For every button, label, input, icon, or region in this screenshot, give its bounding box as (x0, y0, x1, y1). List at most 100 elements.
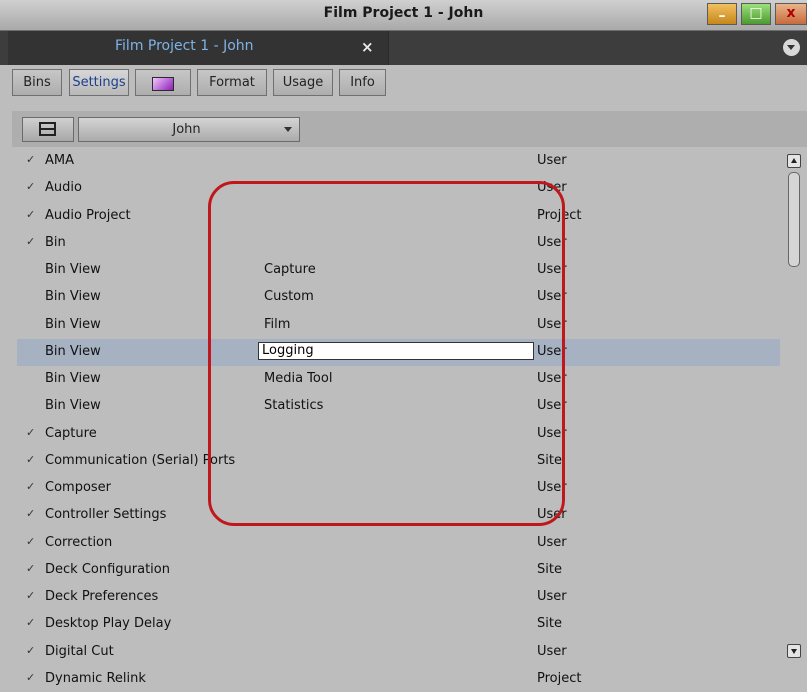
setting-name: AMA (45, 153, 75, 168)
setting-name: Desktop Play Delay (45, 616, 172, 632)
user-dropdown-value: John (172, 122, 201, 137)
tab-strip: Film Project 1 - John × (0, 31, 807, 65)
setting-kind: User (537, 643, 567, 659)
setting-kind: Site (537, 616, 562, 632)
setting-name: Digital Cut (45, 643, 114, 659)
setting-kind: User (537, 371, 567, 386)
settings-row[interactable]: ✓ Capture User (17, 421, 780, 448)
setting-name: Bin View (45, 289, 101, 305)
chevron-down-icon (284, 127, 292, 132)
setting-name: Audio Project (45, 207, 131, 223)
window-title: Film Project 1 - John (323, 5, 484, 21)
settings-row[interactable]: ✓ Desktop Play Delay Site (17, 611, 780, 638)
settings-row[interactable]: ✓ Controller Settings User (17, 502, 780, 529)
minimize-button[interactable]: – (707, 3, 737, 25)
setting-subname: Film (264, 316, 291, 332)
scroll-up-button[interactable] (787, 154, 801, 168)
setting-name: Deck Configuration (45, 561, 170, 577)
settings-row[interactable]: ✓ Dynamic Relink Project (17, 666, 780, 692)
settings-row[interactable]: ✓ Audio User (17, 175, 780, 202)
tab-close-icon[interactable]: × (361, 38, 374, 56)
scroll-thumb[interactable] (788, 172, 800, 267)
setting-kind: Project (537, 207, 582, 223)
vertical-scrollbar[interactable] (785, 148, 803, 692)
checkmark-icon[interactable]: ✓ (26, 208, 35, 221)
tab-settings-label: Settings (72, 75, 126, 90)
setting-name: Bin View (45, 343, 101, 359)
checkmark-icon[interactable]: ✓ (26, 589, 35, 602)
setting-subname: Custom (264, 289, 314, 305)
checkmark-icon[interactable]: ✓ (26, 453, 35, 466)
tab-info[interactable]: Info (339, 69, 386, 96)
fast-menu-button[interactable] (783, 39, 800, 56)
setting-kind: User (537, 153, 567, 168)
checkmark-icon[interactable]: ✓ (26, 671, 35, 684)
close-icon: x (786, 5, 796, 21)
setting-name: Bin (45, 234, 66, 250)
setting-kind: User (537, 262, 567, 277)
checkmark-icon[interactable]: ✓ (26, 153, 35, 166)
checkmark-icon[interactable]: ✓ (26, 644, 35, 657)
view-toggle-button[interactable] (22, 117, 74, 142)
setting-kind: Site (537, 561, 562, 577)
tab-color[interactable] (135, 69, 191, 96)
checkmark-icon[interactable]: ✓ (26, 180, 35, 193)
setting-kind: User (537, 180, 567, 196)
setting-kind: Site (537, 452, 562, 468)
close-window-button[interactable]: x (775, 3, 807, 25)
setting-kind: User (537, 234, 567, 250)
settings-row[interactable]: ✓ Deck Configuration Site (17, 557, 780, 584)
tab-film-project[interactable]: Film Project 1 - John × (8, 31, 389, 65)
settings-row[interactable]: ✓ Correction User (17, 530, 780, 557)
settings-row[interactable]: Bin View Custom User (17, 284, 780, 311)
setting-kind: Project (537, 670, 582, 686)
setting-name: Dynamic Relink (45, 670, 146, 686)
project-window: Film Project 1 - John – □ x Film Project… (0, 0, 807, 692)
settings-panel: Bins Settings Format Usage Info John ✓ AM… (0, 65, 807, 692)
setting-kind: User (537, 534, 567, 550)
setting-kind: User (537, 507, 567, 523)
scroll-down-button[interactable] (787, 644, 801, 658)
setting-name: Bin View (45, 316, 101, 332)
maximize-button[interactable]: □ (741, 3, 771, 25)
setting-kind: User (537, 289, 567, 305)
settings-row[interactable]: ✓ Bin User (17, 230, 780, 257)
settings-row[interactable]: ✓ AMA User (17, 148, 780, 175)
maximize-icon: □ (749, 5, 763, 21)
settings-list: ✓ AMA User ✓ Audio User ✓ Audio Project Project ✓… (17, 148, 780, 692)
tab-usage[interactable]: Usage (273, 69, 333, 96)
checkmark-icon[interactable]: ✓ (26, 616, 35, 629)
settings-row[interactable]: Bin View Capture User (17, 257, 780, 284)
settings-row[interactable]: Bin View Film User (17, 312, 780, 339)
settings-row[interactable]: ✓ Deck Preferences User (17, 584, 780, 611)
checkmark-icon[interactable]: ✓ (26, 480, 35, 493)
settings-toolbar: John (12, 111, 807, 147)
setting-name: Capture (45, 425, 97, 441)
tab-settings[interactable]: Settings (69, 69, 129, 96)
setting-name: Bin View (45, 371, 101, 386)
minimize-icon: – (718, 8, 726, 24)
settings-row[interactable]: Bin View Statistics User (17, 393, 780, 420)
setting-kind: User (537, 589, 567, 604)
setting-kind: User (537, 480, 567, 495)
setting-subname-input[interactable] (258, 341, 534, 360)
tab-bins[interactable]: Bins (12, 69, 62, 96)
checkmark-icon[interactable]: ✓ (26, 535, 35, 548)
settings-row[interactable]: ✓ Composer User (17, 475, 780, 502)
checkmark-icon[interactable]: ✓ (26, 507, 35, 520)
user-dropdown[interactable]: John (78, 117, 300, 142)
tab-label: Film Project 1 - John (115, 38, 254, 54)
settings-row[interactable]: Bin View User (17, 338, 780, 366)
title-bar[interactable]: Film Project 1 - John – □ x (0, 0, 807, 31)
settings-row[interactable]: ✓ Communication (Serial) Ports Site (17, 448, 780, 475)
settings-row[interactable]: Bin View Media Tool User (17, 366, 780, 393)
settings-row[interactable]: ✓ Audio Project Project (17, 203, 780, 230)
setting-name: Composer (45, 480, 112, 495)
checkmark-icon[interactable]: ✓ (26, 562, 35, 575)
tab-format[interactable]: Format (197, 69, 267, 96)
checkmark-icon[interactable]: ✓ (26, 235, 35, 248)
setting-name: Audio (45, 180, 82, 196)
checkmark-icon[interactable]: ✓ (26, 426, 35, 439)
setting-name: Bin View (45, 398, 101, 414)
settings-row[interactable]: ✓ Digital Cut User (17, 639, 780, 666)
